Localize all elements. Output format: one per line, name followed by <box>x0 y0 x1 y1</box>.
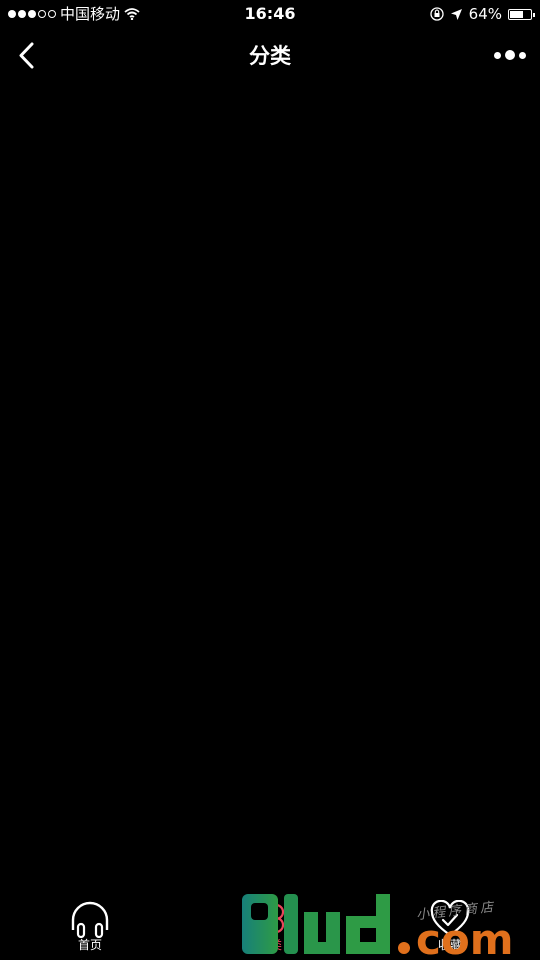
headphones-icon <box>71 901 109 938</box>
lock-rotation-icon <box>430 7 444 21</box>
heart-check-icon <box>430 900 470 937</box>
navigation-bar: 分类 <box>0 28 540 84</box>
status-bar: 中国移动 16:46 64% <box>0 0 540 28</box>
tab-bar: 首页 分类 收藏 <box>0 894 540 960</box>
tab-category[interactable]: 分类 <box>220 894 320 960</box>
tab-home-label: 首页 <box>77 938 102 952</box>
tab-category-label: 分类 <box>257 938 282 952</box>
tab-favorites[interactable]: 收藏 <box>400 894 500 960</box>
tab-home[interactable]: 首页 <box>40 894 140 960</box>
battery-percent: 64% <box>468 5 502 23</box>
app-screen: 中国移动 16:46 64% 分类 首页 分类 收藏 com 小程序商店 <box>0 0 540 960</box>
clover-icon <box>255 903 285 934</box>
location-arrow-icon <box>450 8 462 20</box>
tab-favorites-label: 收藏 <box>437 938 462 952</box>
more-button[interactable] <box>490 40 530 70</box>
more-dots-icon <box>494 51 501 59</box>
status-right: 64% <box>430 0 535 28</box>
page-title: 分类 <box>249 44 291 68</box>
category-content <box>0 84 540 894</box>
battery-icon <box>508 8 535 20</box>
